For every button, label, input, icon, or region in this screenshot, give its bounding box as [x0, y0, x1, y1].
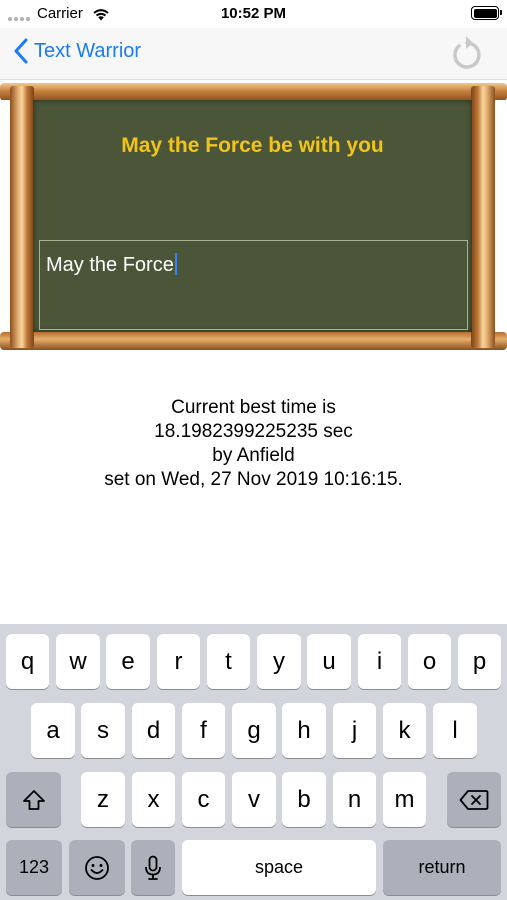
key-y[interactable]: y [257, 634, 301, 689]
key-z[interactable]: z [81, 772, 125, 827]
target-phrase: May the Force be with you [121, 134, 384, 157]
record-line-2: 18.1982399225235 sec [154, 421, 353, 442]
frame-bottom [0, 332, 507, 350]
key-x[interactable]: x [132, 772, 175, 827]
battery-icon [471, 6, 502, 20]
record-line-1: Current best time is [171, 397, 336, 418]
back-button-label: Text Warrior [34, 39, 142, 62]
shift-icon [22, 789, 45, 810]
key-n[interactable]: n [333, 772, 376, 827]
key-t[interactable]: t [207, 634, 250, 689]
chevron-left-icon [14, 38, 28, 64]
emoji-icon [85, 855, 109, 880]
navigation-bar: Text Warrior [0, 28, 507, 80]
best-time-record: Current best time is 18.1982399225235 se… [0, 396, 507, 492]
space-key[interactable]: space [182, 840, 376, 895]
key-f[interactable]: f [182, 703, 225, 758]
key-w[interactable]: w [56, 634, 100, 689]
delete-key[interactable] [447, 772, 501, 827]
frame-left-post [10, 86, 34, 348]
key-i[interactable]: i [358, 634, 401, 689]
key-j[interactable]: j [333, 703, 376, 758]
key-h[interactable]: h [282, 703, 326, 758]
back-button[interactable]: Text Warrior [14, 38, 141, 64]
key-v[interactable]: v [232, 772, 276, 827]
frame-right-post [471, 86, 495, 348]
key-l[interactable]: l [433, 703, 477, 758]
reset-icon[interactable] [449, 34, 485, 74]
frame-gap-right [495, 100, 507, 332]
key-c[interactable]: c [182, 772, 225, 827]
shift-key[interactable] [6, 772, 61, 827]
delete-icon [459, 789, 489, 810]
key-q[interactable]: q [6, 634, 49, 689]
key-k[interactable]: k [383, 703, 426, 758]
key-s[interactable]: s [81, 703, 125, 758]
key-e[interactable]: e [106, 634, 150, 689]
status-bar: Carrier 10:52 PM [0, 0, 507, 28]
key-a[interactable]: a [31, 703, 75, 758]
key-u[interactable]: u [307, 634, 351, 689]
chalkboard: May the Force be with you May the Force [0, 80, 507, 352]
emoji-key[interactable] [69, 840, 125, 895]
key-r[interactable]: r [157, 634, 200, 689]
status-time: 10:52 PM [220, 5, 287, 22]
microphone-key[interactable] [131, 840, 175, 895]
text-caret [174, 253, 177, 275]
return-key[interactable]: return [383, 840, 501, 895]
frame-top [0, 83, 507, 101]
key-g[interactable]: g [232, 703, 276, 758]
key-p[interactable]: p [458, 634, 501, 689]
key-m[interactable]: m [383, 772, 426, 827]
typing-field[interactable]: May the Force [39, 240, 468, 330]
record-line-4: set on Wed, 27 Nov 2019 10:16:15. [104, 469, 403, 490]
typed-text: May the Force [46, 254, 174, 276]
keyboard: q w e r t y u i o p a s d f g h j k l z … [0, 624, 507, 900]
microphone-icon [145, 855, 161, 880]
key-b[interactable]: b [282, 772, 326, 827]
key-d[interactable]: d [132, 703, 175, 758]
board-surface: May the Force be with you May the Force [33, 100, 472, 332]
record-line-3: by Anfield [212, 445, 295, 466]
key-o[interactable]: o [408, 634, 451, 689]
numbers-key[interactable]: 123 [6, 840, 62, 895]
